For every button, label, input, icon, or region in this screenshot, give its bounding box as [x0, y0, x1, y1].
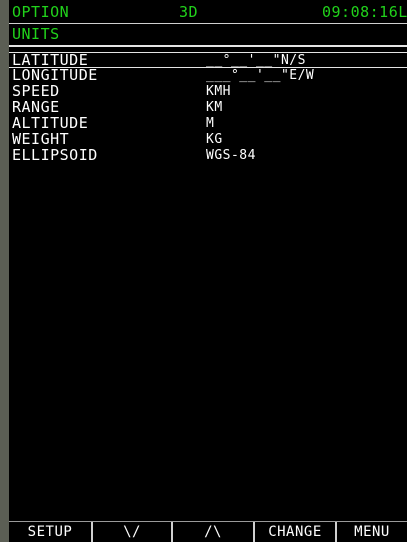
status-header: OPTION 3D 09:08:16L — [9, 4, 407, 21]
row-value: KG — [206, 132, 223, 147]
scroll-down-button[interactable]: \/ — [93, 522, 173, 542]
row-value: KM — [206, 100, 223, 115]
row-label: SPEED — [12, 82, 60, 100]
units-list: LATITUDE __°__'__"N/S LONGITUDE ___°__'_… — [9, 52, 407, 164]
scroll-up-button[interactable]: /\ — [173, 522, 255, 542]
nav-mode-indicator: 3D — [179, 3, 199, 21]
menu-button[interactable]: MENU — [337, 522, 407, 542]
row-value: ___°__'__"E/W — [206, 68, 315, 83]
clock-readout: 09:08:16L — [322, 3, 407, 21]
header-divider — [9, 23, 407, 24]
title-divider — [9, 45, 407, 47]
page-mode-title: OPTION — [12, 3, 70, 21]
list-item-speed[interactable]: SPEED KMH — [9, 84, 407, 100]
list-item-ellipsoid[interactable]: ELLIPSOID WGS-84 — [9, 148, 407, 164]
display-screen: OPTION 3D 09:08:16L UNITS LATITUDE __°__… — [9, 0, 407, 542]
row-label: ALTITUDE — [12, 114, 89, 132]
row-label: WEIGHT — [12, 130, 70, 148]
row-value: __°__'__"N/S — [206, 53, 306, 68]
row-value: KMH — [206, 84, 231, 99]
row-label: LONGITUDE — [12, 66, 98, 84]
device-bezel: OPTION 3D 09:08:16L UNITS LATITUDE __°__… — [0, 0, 407, 542]
list-item-longitude[interactable]: LONGITUDE ___°__'__"E/W — [9, 68, 407, 84]
page-title: UNITS — [12, 25, 60, 43]
setup-button[interactable]: SETUP — [9, 522, 93, 542]
row-label: RANGE — [12, 98, 60, 116]
row-value: M — [206, 116, 215, 131]
row-value: WGS-84 — [206, 148, 256, 163]
softkey-bar: SETUP \/ /\ CHANGE MENU — [9, 522, 407, 542]
change-button[interactable]: CHANGE — [255, 522, 337, 542]
row-label: ELLIPSOID — [12, 146, 98, 164]
